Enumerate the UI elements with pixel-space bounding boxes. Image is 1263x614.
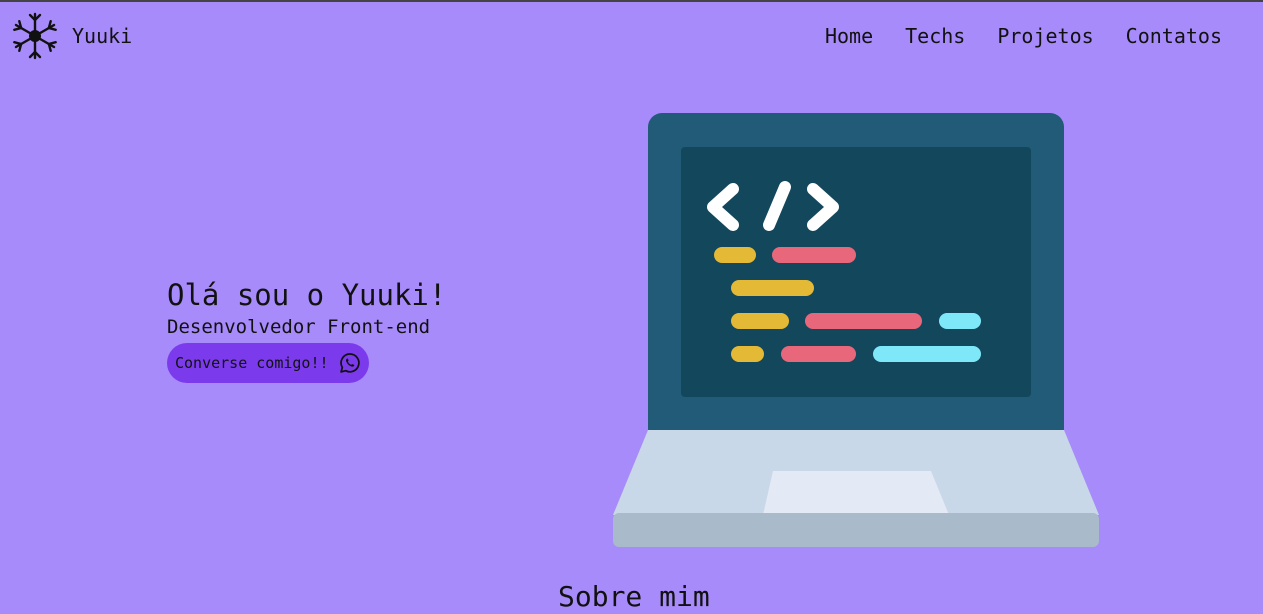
brand-name[interactable]: Yuuki: [72, 24, 132, 48]
contact-button[interactable]: Converse comigo!!: [167, 343, 369, 383]
contact-button-label: Converse comigo!!: [175, 354, 329, 372]
main-nav: Home Techs Projetos Contatos: [825, 24, 1222, 48]
nav-home[interactable]: Home: [825, 24, 873, 48]
laptop-code-icon: [613, 113, 1099, 547]
hero-section: Olá sou o Yuuki! Desenvolvedor Front-end…: [167, 278, 446, 383]
nav-techs[interactable]: Techs: [905, 24, 965, 48]
nav-contatos[interactable]: Contatos: [1126, 24, 1222, 48]
hero-title: Olá sou o Yuuki!: [167, 278, 447, 312]
hero-subtitle: Desenvolvedor Front-end: [167, 316, 431, 338]
site-header: Yuuki Home Techs Projetos Contatos: [0, 2, 1263, 68]
whatsapp-icon: [339, 353, 360, 373]
about-title: Sobre mim: [558, 580, 710, 613]
snowflake-icon[interactable]: [9, 12, 61, 60]
nav-projetos[interactable]: Projetos: [997, 24, 1093, 48]
